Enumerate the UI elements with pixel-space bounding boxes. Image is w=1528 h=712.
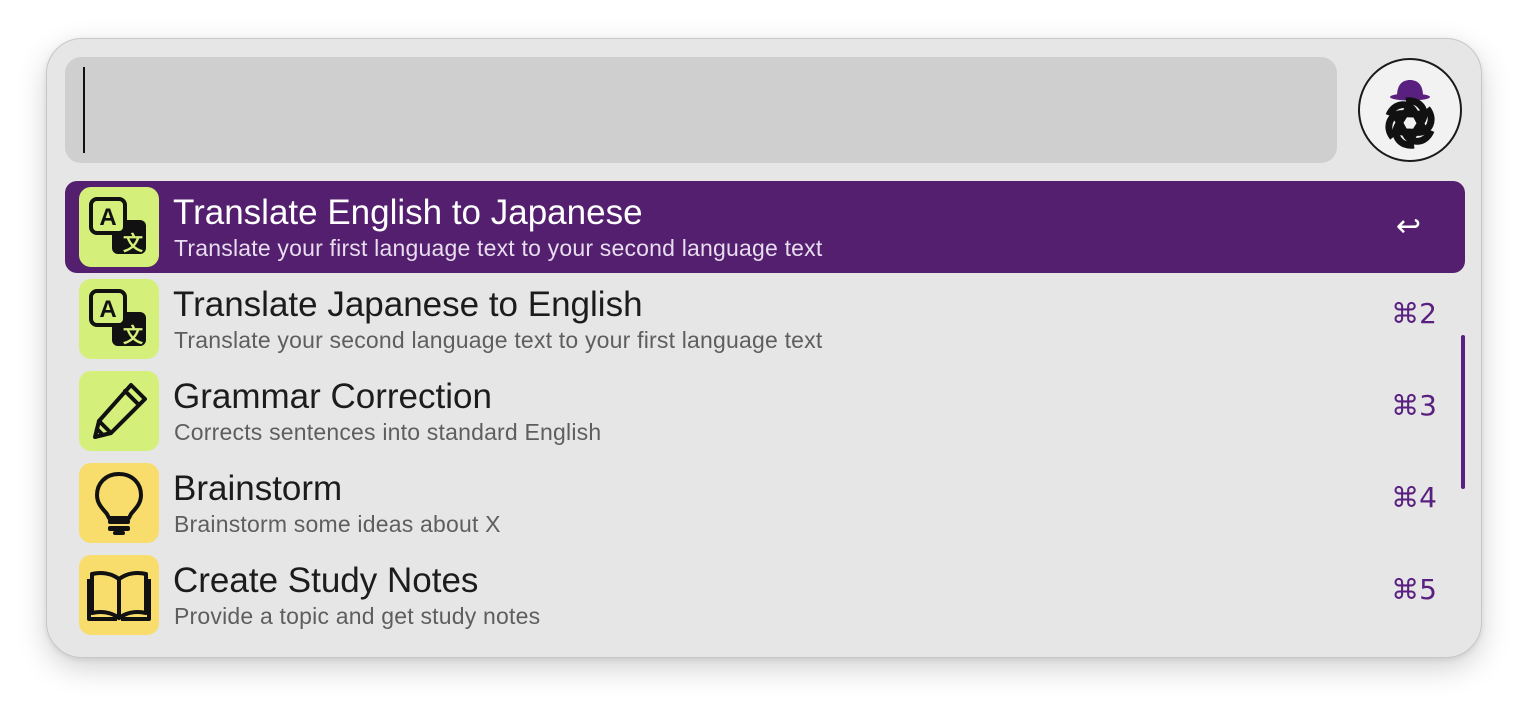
- translate-icon: A 文: [89, 289, 146, 347]
- translate-icon: A 文: [89, 197, 146, 255]
- pencil-icon-tile: [79, 371, 159, 451]
- book-icon: [87, 571, 151, 621]
- item-subtitle: Brainstorm some ideas about X: [174, 511, 501, 537]
- svg-text:A: A: [99, 296, 116, 323]
- svg-text:A: A: [99, 204, 116, 231]
- item-subtitle: Translate your first language text to yo…: [174, 235, 823, 261]
- command-list: A 文 Translate English to Japanese Transl…: [65, 181, 1465, 641]
- list-item-grammar-correction[interactable]: Grammar Correction Corrects sentences in…: [65, 365, 1465, 457]
- item-title: Translate English to Japanese: [173, 193, 643, 232]
- search-input[interactable]: [65, 57, 1337, 163]
- return-key-icon: ↩: [1395, 209, 1421, 244]
- item-subtitle: Provide a topic and get study notes: [174, 603, 541, 629]
- list-item-translate-en-ja[interactable]: A 文 Translate English to Japanese Transl…: [65, 181, 1465, 273]
- text-cursor: [83, 67, 85, 153]
- item-subtitle: Corrects sentences into standard English: [174, 419, 602, 445]
- book-icon-tile: [79, 555, 159, 635]
- lightbulb-icon-tile: [79, 463, 159, 543]
- scrollbar[interactable]: [1461, 335, 1465, 489]
- shortcut-label: ⌘3: [1391, 389, 1437, 422]
- launcher-window: A 文 Translate English to Japanese Transl…: [46, 38, 1482, 658]
- translate-icon-tile: A 文: [79, 187, 159, 267]
- lightbulb-icon: [95, 472, 143, 535]
- list-item-create-study-notes[interactable]: Create Study Notes Provide a topic and g…: [65, 549, 1465, 641]
- shortcut-label: ⌘5: [1391, 573, 1437, 606]
- item-title: Grammar Correction: [173, 377, 492, 416]
- svg-text:文: 文: [123, 323, 144, 347]
- item-title: Translate Japanese to English: [173, 285, 643, 324]
- item-subtitle: Translate your second language text to y…: [174, 327, 823, 353]
- assistant-button[interactable]: [1358, 58, 1462, 162]
- shortcut-label: ⌘4: [1391, 481, 1437, 514]
- svg-text:文: 文: [123, 231, 144, 255]
- shortcut-label: ⌘2: [1391, 297, 1437, 330]
- list-item-translate-ja-en[interactable]: A 文 Translate Japanese to English Transl…: [65, 273, 1465, 365]
- item-title: Brainstorm: [173, 469, 343, 508]
- item-title: Create Study Notes: [173, 561, 479, 600]
- chatgpt-logo-with-hat-icon: [1385, 80, 1435, 149]
- translate-icon-tile: A 文: [79, 279, 159, 359]
- list-item-brainstorm[interactable]: Brainstorm Brainstorm some ideas about X…: [65, 457, 1465, 549]
- pencil-icon: [93, 383, 147, 439]
